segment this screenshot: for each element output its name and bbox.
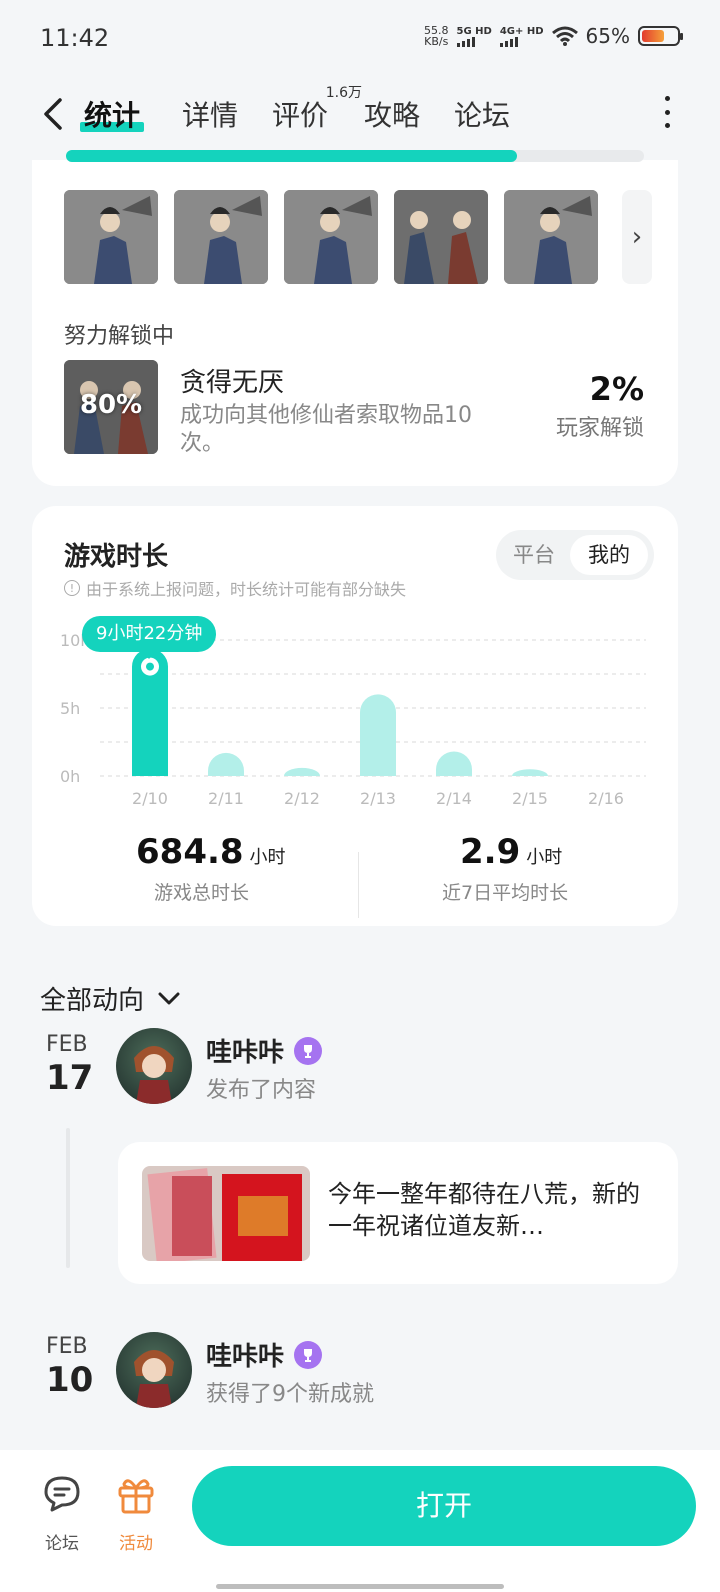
net-speed: 55.8 KB/s [424, 24, 449, 48]
battery-icon [638, 26, 683, 46]
chart-bar[interactable] [284, 767, 320, 776]
wifi-icon [551, 26, 578, 46]
info-icon: ! [64, 580, 80, 596]
avg-playtime: 2.9 小时 [460, 832, 563, 872]
x-tick-label: 2/11 [208, 789, 244, 808]
achievement-thumb[interactable] [284, 190, 378, 284]
x-tick-label: 2/14 [436, 789, 472, 808]
thread-line [66, 1128, 70, 1268]
feed-date-day: 10 [46, 1360, 94, 1400]
achievement-thumb[interactable] [504, 190, 598, 284]
feed-action: 获得了9个新成就 [206, 1382, 374, 1407]
unlock-rate-label: 玩家解锁 [555, 416, 644, 441]
feed-filter[interactable]: 全部动向 [40, 980, 180, 1017]
y-tick-label: 5h [60, 699, 80, 718]
feed-username[interactable]: 哇咔咔 [206, 1032, 323, 1069]
battery-percent: 65% [585, 24, 630, 48]
achievement-progress-text: 80% [79, 390, 143, 420]
unlock-rate: 2% [589, 370, 644, 408]
chevron-down-icon [158, 992, 180, 1004]
feed-username[interactable]: 哇咔咔 [206, 1336, 323, 1373]
signal-5g-icon: 5G HD [456, 26, 492, 47]
source-toggle: 平台 我的 [496, 530, 654, 580]
toggle-mine[interactable]: 我的 [570, 535, 648, 575]
gift-icon [118, 1479, 154, 1514]
status-time: 11:42 [40, 24, 110, 52]
tab-stats[interactable]: 统计 [80, 94, 145, 134]
toggle-platform[interactable]: 平台 [504, 535, 564, 575]
feed-action: 发布了内容 [206, 1078, 317, 1103]
achievement-progress-bar [66, 150, 644, 162]
x-tick-label: 2/12 [284, 789, 320, 808]
chart-tooltip: 9小时22分钟 [82, 616, 217, 659]
tab-forum[interactable]: 论坛 [454, 94, 510, 134]
trophy-badge-icon [294, 1036, 323, 1065]
total-playtime: 684.8 小时 [136, 832, 286, 872]
in-progress-label: 努力解锁中 [64, 324, 175, 349]
top-nav: 统计 详情 评价 1.6万 攻略 论坛 [0, 80, 720, 160]
post-card[interactable]: 今年一整年都待在八荒，新的一年祝诸位道友新… [118, 1142, 678, 1284]
bottom-bar: 论坛 活动 打开 [0, 1450, 720, 1592]
achievement-title: 贪得无厌 [180, 368, 285, 398]
x-tick-label: 2/16 [588, 789, 624, 808]
tab-guides[interactable]: 攻略 [364, 94, 420, 134]
playtime-title: 游戏时长 [64, 542, 169, 572]
avg-playtime-label: 近7日平均时长 [442, 882, 569, 904]
activity-tab[interactable]: 活动 [106, 1472, 166, 1554]
status-bar: 11:42 55.8 KB/s 5G HD 4G+ HD 65% [0, 0, 720, 80]
status-icons: 55.8 KB/s 5G HD 4G+ HD 65% [424, 24, 683, 48]
tab-details[interactable]: 详情 [182, 94, 238, 134]
open-button[interactable]: 打开 [192, 1466, 696, 1546]
back-arrow-icon[interactable] [36, 94, 76, 134]
review-count: 1.6万 [325, 85, 363, 101]
playtime-note: ! 由于系统上报问题，时长统计可能有部分缺失 [64, 576, 406, 600]
achievement-description: 成功向其他修仙者索取物品10次。 [180, 403, 472, 456]
y-tick-label: 0h [60, 767, 80, 786]
x-tick-label: 2/15 [512, 789, 548, 808]
chart-bar[interactable] [512, 769, 548, 776]
signal-4g-icon: 4G+ HD [499, 26, 544, 47]
tab-reviews[interactable]: 评价 1.6万 [272, 85, 362, 134]
x-tick-label: 2/13 [360, 789, 396, 808]
feed-date-month: FEB [46, 1032, 88, 1057]
avatar[interactable] [116, 1028, 192, 1104]
post-image [142, 1166, 310, 1261]
chart-bar[interactable] [436, 751, 472, 776]
stat-divider [358, 852, 359, 918]
chart-bar[interactable] [208, 752, 244, 776]
achievement-thumb[interactable] [394, 190, 488, 284]
locked-achievement-thumb[interactable]: 80% [64, 360, 158, 454]
x-tick-label: 2/10 [132, 789, 168, 808]
forum-icon [44, 1476, 80, 1512]
trophy-badge-icon [294, 1340, 323, 1369]
post-text: 今年一整年都待在八荒，新的一年祝诸位道友新… [328, 1180, 640, 1240]
chevron-right-icon[interactable]: › [622, 190, 652, 284]
more-options-icon[interactable] [662, 96, 672, 128]
selected-marker-dot [146, 662, 154, 671]
achievement-thumb[interactable] [64, 190, 158, 284]
avatar[interactable] [116, 1332, 192, 1408]
feed-date-month: FEB [46, 1334, 88, 1359]
achievement-thumb[interactable] [174, 190, 268, 284]
home-indicator [216, 1584, 504, 1589]
feed-date-day: 17 [46, 1058, 94, 1098]
chart-bar[interactable] [360, 694, 396, 776]
total-playtime-label: 游戏总时长 [154, 882, 250, 904]
forum-tab[interactable]: 论坛 [32, 1472, 92, 1554]
